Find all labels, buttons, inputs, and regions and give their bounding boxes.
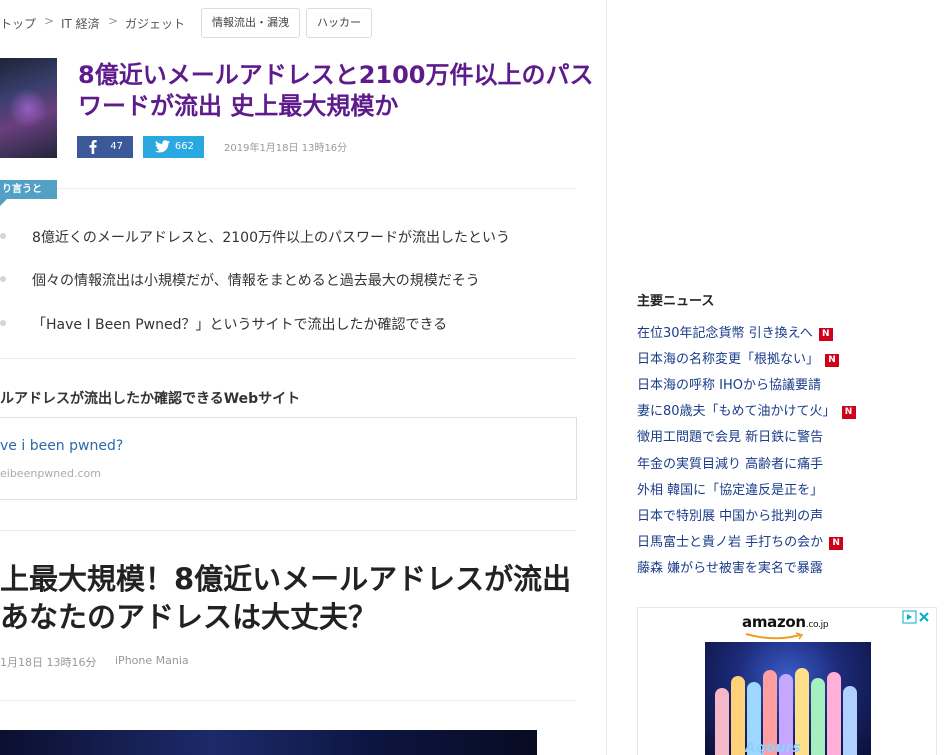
sidebar: 主要ニュース 在位30年記念貨幣 引き換えへ N 日本海の名称変更「根拠ない」 N … (607, 0, 946, 755)
related-site-card[interactable] (0, 417, 577, 500)
facebook-share-count: 47 (110, 141, 123, 152)
news-title: 年金の実質目減り 高齢者に痛手 (637, 457, 824, 472)
article-thumbnail[interactable] (0, 58, 57, 158)
breadcrumb-it-economy[interactable]: IT 経済 (61, 15, 100, 32)
amazon-smile-icon (745, 632, 804, 640)
news-title: 外相 韓国に「協定違反是正を」 (637, 483, 824, 498)
new-badge: N (825, 354, 840, 367)
news-item[interactable]: 在位30年記念貨幣 引き換えへ N (637, 322, 833, 342)
article2-title-line1: 上最大規模！8億近いメールアドレスが流出 (0, 562, 572, 596)
summary-item: 個々の情報流出は小規模だが、情報をまとめると過去最大の規模だそう (32, 273, 480, 289)
facebook-share-button[interactable]: 47 (77, 136, 133, 158)
news-heading: 主要ニュース (637, 294, 715, 309)
bullet-icon (0, 276, 6, 282)
article2-image[interactable] (0, 730, 537, 755)
article-headline: 8億近いメールアドレスと2100万件以上のパスワードが流出 史上最大規模か (78, 61, 594, 120)
news-title: 日本海の呼称 IHOから協議要請 (637, 378, 821, 393)
tag-info-leak[interactable]: 情報流出・漏洩 (201, 8, 300, 38)
news-title: 在位30年記念貨幣 引き換えへ (637, 326, 813, 341)
divider (0, 358, 576, 359)
amazon-ad[interactable]: amazon.co.jp Aqours (637, 607, 937, 755)
new-badge: N (818, 328, 833, 341)
news-item[interactable]: 徴用工問題で会見 新日鉄に警告 (637, 426, 823, 446)
news-item[interactable]: 妻に80歳夫「もめて油かけて火」 N (637, 400, 856, 420)
news-title: 妻に80歳夫「もめて油かけて火」 (637, 404, 836, 419)
twitter-share-count: 662 (174, 141, 194, 152)
breadcrumb-top[interactable]: トップ (0, 15, 36, 32)
summary-label: り言うと (0, 180, 57, 199)
article-date: 2019年1月18日 13時16分 (224, 143, 348, 154)
summary-item: 8億近くのメールアドレスと、2100万件以上のパスワードが流出したという (32, 230, 510, 246)
news-item[interactable]: 藤森 嫌がらせ被害を実名で暴露 (637, 557, 823, 577)
divider (0, 530, 576, 531)
article2-title[interactable]: 上最大規模！8億近いメールアドレスが流出 あなたのアドレスは大丈夫？ (0, 560, 600, 636)
new-badge: N (841, 406, 856, 419)
twitter-share-button[interactable]: 662 (143, 136, 204, 158)
news-item[interactable]: 日本で特別展 中国から批判の声 (637, 505, 823, 525)
chevron-right-icon: > (108, 14, 119, 28)
bullet-icon (0, 233, 6, 239)
news-title: 日本海の名称変更「根拠ない」 (637, 352, 820, 367)
article2-title-line2: あなたのアドレスは大丈夫？ (0, 600, 378, 634)
news-item[interactable]: 日馬富士と貴ノ岩 手打ちの会か N (637, 531, 844, 551)
adchoices-icon[interactable] (902, 610, 932, 624)
news-title: 徴用工問題で会見 新日鉄に警告 (637, 430, 824, 445)
related-site-url: eibeenpwned.com (0, 467, 102, 480)
tag-hacker[interactable]: ハッカー (306, 8, 372, 38)
news-title: 藤森 嫌がらせ被害を実名で暴露 (637, 561, 823, 576)
news-title: 日馬富士と貴ノ岩 手打ちの会か (637, 535, 824, 550)
facebook-icon (89, 140, 97, 154)
article2-source[interactable]: iPhone Mania (115, 654, 189, 667)
ad-image: Aqours (705, 642, 871, 755)
divider (0, 700, 576, 701)
news-title: 日本で特別展 中国から批判の声 (637, 509, 824, 524)
summary-item: 「Have I Been Pwned？」というサイトで流出したか確認できる (32, 317, 448, 333)
main-column: トップ > IT 経済 > ガジェット 情報流出・漏洩 ハッカー 8億近いメール… (0, 0, 606, 755)
article2-date: 1月18日 13時16分 (0, 656, 97, 669)
bullet-icon (0, 320, 6, 326)
news-item[interactable]: 日本海の名称変更「根拠ない」 N (637, 348, 840, 368)
chevron-right-icon: > (44, 14, 55, 28)
news-item[interactable]: 年金の実質目減り 高齢者に痛手 (637, 453, 823, 473)
new-badge: N (829, 537, 844, 550)
divider (57, 188, 576, 189)
news-item[interactable]: 日本海の呼称 IHOから協議要請 (637, 374, 821, 394)
breadcrumb-gadget[interactable]: ガジェット (125, 15, 185, 32)
summary-label-tip (0, 199, 7, 206)
news-item[interactable]: 外相 韓国に「協定違反是正を」 (637, 479, 823, 499)
ad-caption: Aqours (745, 740, 801, 755)
amazon-logo: amazon.co.jp (742, 613, 829, 631)
related-site-heading: ルアドレスが流出したか確認できるWebサイト (0, 391, 301, 407)
related-site-link[interactable]: ve i been pwned? (0, 438, 123, 454)
twitter-icon (155, 140, 170, 153)
